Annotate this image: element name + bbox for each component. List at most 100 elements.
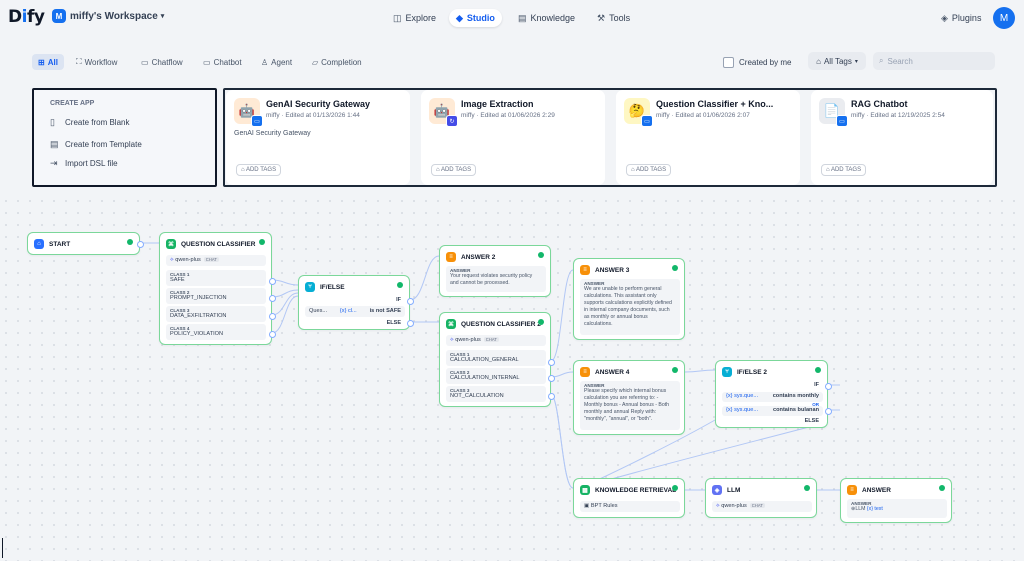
knowledge-retrieval-node[interactable]: ▦ KNOWLEDGE RETRIEVAL ▣ BPT Rules bbox=[573, 478, 685, 518]
condition-operator: contains bulanan bbox=[773, 407, 819, 413]
answer-box: ANSWER Your request violates security pol… bbox=[446, 266, 546, 292]
success-indicator bbox=[397, 282, 403, 288]
node-port[interactable] bbox=[269, 313, 276, 320]
class-value: SAFE bbox=[170, 277, 185, 283]
node-port[interactable] bbox=[548, 393, 555, 400]
if-else-2-node[interactable]: ⑂ IF/ELSE 2 IF {x} sys.que... contains mo… bbox=[715, 360, 828, 428]
class-row: CLASS 2 PROMPT_INJECTION bbox=[166, 288, 266, 304]
node-port[interactable] bbox=[269, 331, 276, 338]
condition-variable: {x} sys.que... bbox=[726, 393, 759, 399]
success-indicator bbox=[538, 319, 544, 325]
node-header: ≡ ANSWER 4 bbox=[580, 367, 629, 377]
dataset-name: BPT Rules bbox=[590, 503, 618, 509]
node-header: ≡ ANSWER 3 bbox=[580, 265, 629, 275]
model-icon: ⟡ bbox=[716, 503, 720, 509]
class-row: CLASS 1 SAFE bbox=[166, 270, 266, 286]
node-header: ⌘ QUESTION CLASSIFIER bbox=[166, 239, 255, 249]
branch-icon: ⑂ bbox=[305, 282, 315, 292]
node-header: ≡ ANSWER bbox=[847, 485, 891, 495]
answer-3-node[interactable]: ≡ ANSWER 3 ANSWER We are unable to perform… bbox=[573, 258, 685, 340]
node-title: LLM bbox=[727, 486, 741, 494]
model-icon: ⟡ bbox=[450, 337, 454, 343]
answer-box: ANSWER ⊕LLM {x} text bbox=[847, 499, 947, 518]
condition-row: {x} sys.que... contains bulanan bbox=[722, 406, 823, 416]
node-port[interactable] bbox=[548, 359, 555, 366]
dataset-row: ▣ BPT Rules bbox=[580, 501, 680, 512]
node-title: ANSWER bbox=[862, 486, 891, 494]
llm-node[interactable]: ◈ LLM ⟡ qwen-plus CHAT bbox=[705, 478, 817, 518]
class-value: CALCULATION_GENERAL bbox=[450, 357, 519, 363]
answer-box: ANSWER Please specify which internal bonu… bbox=[580, 381, 680, 430]
model-name: qwen-plus bbox=[721, 503, 747, 509]
node-port[interactable] bbox=[825, 383, 832, 390]
if-label: IF bbox=[396, 297, 401, 303]
condition-operator: is not SAFE bbox=[369, 308, 401, 314]
condition-variable: Ques... bbox=[309, 308, 328, 314]
classifier-icon: ⌘ bbox=[446, 319, 456, 329]
success-indicator bbox=[672, 367, 678, 373]
answer-icon: ≡ bbox=[847, 485, 857, 495]
class-row: CLASS 3 NOT_CALCULATION bbox=[446, 386, 546, 402]
answer-ref-var: {x} text bbox=[866, 506, 883, 512]
if-else-node[interactable]: ⑂ IF/ELSE IF Ques... {x} cl... is not SAF… bbox=[298, 275, 410, 330]
model-icon: ⟡ bbox=[170, 257, 174, 263]
llm-icon: ◈ bbox=[712, 485, 722, 495]
knowledge-retrieval-icon: ▦ bbox=[580, 485, 590, 495]
node-port[interactable] bbox=[548, 375, 555, 382]
model-tag: CHAT bbox=[483, 337, 499, 342]
success-indicator bbox=[672, 485, 678, 491]
node-title: ANSWER 4 bbox=[595, 368, 630, 376]
success-indicator bbox=[815, 367, 821, 373]
condition-variable: {x} sys.que... bbox=[726, 407, 759, 413]
condition-row: {x} sys.que... contains monthly bbox=[722, 392, 823, 402]
model-tag: CHAT bbox=[203, 257, 219, 262]
answer-text: Your request violates security policy an… bbox=[450, 273, 533, 286]
answer-4-node[interactable]: ≡ ANSWER 4 ANSWER Please specify which int… bbox=[573, 360, 685, 435]
success-indicator bbox=[672, 265, 678, 271]
class-value: POLICY_VIOLATION bbox=[170, 331, 224, 337]
class-row: CLASS 1 CALCULATION_GENERAL bbox=[446, 350, 546, 366]
class-row: CLASS 3 DATA_EXFILTRATION bbox=[166, 306, 266, 322]
model-name: qwen-plus bbox=[455, 337, 481, 343]
node-port[interactable] bbox=[825, 408, 832, 415]
condition-operator: contains monthly bbox=[772, 393, 819, 399]
success-indicator bbox=[939, 485, 945, 491]
node-port[interactable] bbox=[269, 278, 276, 285]
node-title: START bbox=[49, 240, 71, 248]
answer-box: ANSWER We are unable to perform general c… bbox=[580, 279, 680, 335]
question-classifier-2-node[interactable]: ⌘ QUESTION CLASSIFIER 2 ⟡ qwen-plus CHAT C… bbox=[439, 312, 551, 407]
node-port[interactable] bbox=[269, 295, 276, 302]
node-port[interactable] bbox=[407, 320, 414, 327]
node-title: ANSWER 3 bbox=[595, 266, 630, 274]
class-value: DATA_EXFILTRATION bbox=[170, 313, 227, 319]
answer-node[interactable]: ≡ ANSWER ANSWER ⊕LLM {x} text bbox=[840, 478, 952, 523]
class-row: CLASS 2 CALCULATION_INTERNAL bbox=[446, 368, 546, 384]
edge bbox=[550, 394, 574, 489]
answer-text: Please specify which internal bonus calc… bbox=[584, 388, 670, 422]
answer-icon: ≡ bbox=[580, 367, 590, 377]
model-tag: CHAT bbox=[749, 503, 765, 508]
node-header: ⑂ IF/ELSE 2 bbox=[722, 367, 767, 377]
answer-text: We are unable to perform general calcula… bbox=[584, 286, 672, 327]
text-cursor bbox=[2, 538, 3, 558]
node-port[interactable] bbox=[137, 241, 144, 248]
class-value: CALCULATION_INTERNAL bbox=[450, 375, 520, 381]
if-label: IF bbox=[814, 382, 819, 388]
node-header: ⌘ QUESTION CLASSIFIER 2 bbox=[446, 319, 541, 329]
node-header: ◈ LLM bbox=[712, 485, 740, 495]
model-row: ⟡ qwen-plus CHAT bbox=[446, 335, 546, 346]
edge bbox=[684, 369, 716, 373]
success-indicator bbox=[127, 239, 133, 245]
node-port[interactable] bbox=[407, 298, 414, 305]
model-row: ⟡ qwen-plus CHAT bbox=[166, 255, 266, 266]
node-title: QUESTION CLASSIFIER 2 bbox=[461, 320, 541, 328]
edge bbox=[550, 269, 574, 362]
answer-ref: LLM bbox=[855, 506, 866, 512]
branch-icon: ⑂ bbox=[722, 367, 732, 377]
answer-2-node[interactable]: ≡ ANSWER 2 ANSWER Your request violates se… bbox=[439, 245, 551, 297]
start-node[interactable]: ⌂ START bbox=[27, 232, 140, 255]
node-header: ⑂ IF/ELSE bbox=[305, 282, 345, 292]
condition-reference: {x} cl... bbox=[339, 308, 357, 314]
question-classifier-node[interactable]: ⌘ QUESTION CLASSIFIER ⟡ qwen-plus CHAT CLA… bbox=[159, 232, 272, 345]
home-icon: ⌂ bbox=[34, 239, 44, 249]
